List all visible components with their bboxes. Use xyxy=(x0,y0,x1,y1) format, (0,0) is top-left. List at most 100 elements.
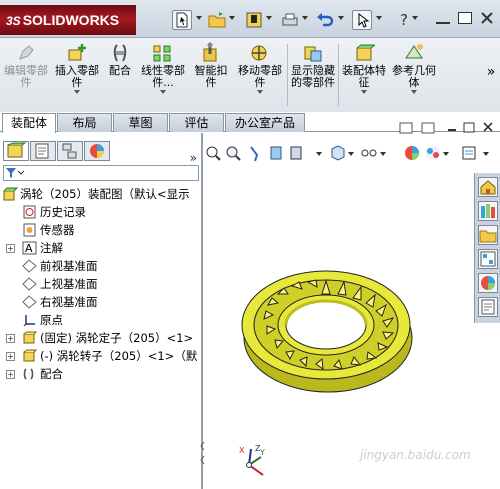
tab-layout[interactable]: 布局 xyxy=(57,113,112,132)
property-manager-tab[interactable] xyxy=(30,141,56,161)
display-manager-tab[interactable] xyxy=(84,141,110,161)
design-library-icon xyxy=(481,204,495,218)
task-pane-file-explorer-button[interactable] xyxy=(478,225,498,245)
select-dropdown-icon[interactable] xyxy=(376,16,382,20)
task-pane xyxy=(474,173,500,323)
select-cursor-icon[interactable] xyxy=(352,10,372,30)
linear-pattern-dropdown-icon[interactable] xyxy=(160,90,166,94)
edit-appearance-icon xyxy=(405,146,419,160)
tab-sketch[interactable]: 草图 xyxy=(113,113,168,132)
task-pane-custom-properties-button[interactable] xyxy=(478,297,498,317)
assembly-features-label: 装配体特征 xyxy=(342,64,386,89)
insert-component-button[interactable]: 插入零部件 xyxy=(52,42,102,94)
move-component-icon xyxy=(251,45,267,61)
triad-z-label: Z xyxy=(255,444,261,453)
feature-manager-tab[interactable] xyxy=(3,141,29,161)
open-dropdown-icon[interactable] xyxy=(229,16,235,20)
print-icon[interactable] xyxy=(280,10,300,30)
ribbon-separator xyxy=(287,44,288,106)
orientation-dropdown-icon xyxy=(348,152,354,156)
filter-icon xyxy=(6,168,25,178)
edit-component-icon xyxy=(19,45,34,60)
scene-icon xyxy=(426,146,440,160)
dynamic-annotation-icon xyxy=(290,146,302,160)
annotation-icon: A xyxy=(22,241,37,255)
section-view-icon xyxy=(270,146,282,160)
linear-pattern-button[interactable]: 线性零部件... xyxy=(139,42,187,94)
smart-fasteners-button[interactable]: 智能扣件 xyxy=(191,42,231,89)
mates-folder-icon xyxy=(23,368,34,380)
reference-geometry-dropdown-icon[interactable] xyxy=(411,90,417,94)
assembly-features-dropdown-icon[interactable] xyxy=(361,90,367,94)
reference-geometry-icon xyxy=(405,44,423,59)
expand-icon[interactable]: + xyxy=(6,244,15,253)
smart-fasteners-label: 智能扣件 xyxy=(194,64,228,89)
open-folder-icon[interactable] xyxy=(207,10,227,30)
view-settings-dropdown-icon xyxy=(483,152,489,156)
tree-item-label: 涡轮（205）装配图（默认<显示 xyxy=(20,187,190,201)
new-dropdown-icon[interactable] xyxy=(196,16,202,20)
scene-dropdown-icon xyxy=(443,152,449,156)
move-component-button[interactable]: 移动零部件 xyxy=(236,42,284,94)
undo-icon[interactable] xyxy=(315,10,335,30)
ds-logo-mark: 3S xyxy=(6,14,21,28)
mate-label: 配合 xyxy=(109,64,131,77)
display-manager-icon xyxy=(90,144,104,158)
task-pane-appearances-button[interactable] xyxy=(478,273,498,293)
show-hidden-components-button[interactable]: 显示隐藏的零部件 xyxy=(290,42,336,89)
configuration-manager-tab[interactable] xyxy=(57,141,83,161)
document-window-controls xyxy=(399,122,493,134)
file-explorer-icon xyxy=(479,230,497,243)
reference-geometry-button[interactable]: 参考几何体 xyxy=(390,42,438,94)
heads-up-view-toolbar[interactable] xyxy=(205,143,500,163)
expand-icon[interactable]: + xyxy=(6,370,15,379)
save-icon[interactable] xyxy=(244,10,264,30)
graphics-area[interactable]: X Y Z jingyan.baidu.com xyxy=(205,122,500,489)
tab-office-products[interactable]: 办公室产品 xyxy=(225,113,305,132)
panel-tabs: » xyxy=(0,141,203,165)
expand-icon[interactable]: + xyxy=(6,334,15,343)
panel-collapse-button[interactable]: » xyxy=(190,151,197,165)
plane-icon xyxy=(22,259,37,273)
mate-button[interactable]: 配合 xyxy=(104,42,136,77)
tree-filter-bar[interactable] xyxy=(3,165,199,181)
tab-office-products-label: 办公室产品 xyxy=(234,116,295,130)
solidworks-logo[interactable]: 3S SOLIDWORKS xyxy=(0,5,136,35)
print-dropdown-icon[interactable] xyxy=(302,16,308,20)
minimize-icon[interactable] xyxy=(436,22,450,24)
task-pane-design-library-button[interactable] xyxy=(478,201,498,221)
edit-component-button[interactable]: 编辑零部件 xyxy=(4,42,48,89)
assembly-feature-icon xyxy=(356,44,375,61)
tree-item-label: 前视基准面 xyxy=(40,259,98,273)
ribbon-more-button[interactable]: » xyxy=(484,65,498,79)
save-dropdown-icon[interactable] xyxy=(266,16,272,20)
expand-icon[interactable]: + xyxy=(6,352,15,361)
restore-icon[interactable] xyxy=(458,12,472,24)
tab-evaluate[interactable]: 评估 xyxy=(169,113,224,132)
task-pane-view-palette-button[interactable] xyxy=(478,249,498,269)
insert-component-icon xyxy=(68,44,86,61)
move-component-dropdown-icon[interactable] xyxy=(257,90,263,94)
tab-assembly[interactable]: 装配体 xyxy=(2,113,56,133)
tree-item-label: 原点 xyxy=(40,313,63,327)
new-document-icon[interactable] xyxy=(172,10,192,30)
plane-icon xyxy=(22,277,37,291)
zoom-to-area-icon xyxy=(226,146,241,161)
sensor-icon xyxy=(23,223,36,237)
assembly-features-button[interactable]: 装配体特征 xyxy=(341,42,387,94)
undo-dropdown-icon[interactable] xyxy=(338,16,344,20)
close-icon[interactable] xyxy=(478,9,498,29)
task-pane-home-button[interactable] xyxy=(478,177,498,197)
tree-item-label: (-) 涡轮转子（205）<1>（默 xyxy=(40,349,198,363)
turbine-assembly-model[interactable] xyxy=(240,263,420,403)
insert-component-dropdown-icon[interactable] xyxy=(74,90,80,94)
title-bar: 3S SOLIDWORKS ? xyxy=(0,0,500,38)
help-icon[interactable]: ? xyxy=(395,10,415,30)
linear-pattern-icon xyxy=(153,45,171,62)
tab-layout-label: 布局 xyxy=(72,116,97,130)
configuration-icon xyxy=(62,143,77,159)
smart-fastener-icon xyxy=(203,42,217,62)
tree-item-label: 注解 xyxy=(40,241,63,255)
view-orientation-icon xyxy=(331,145,345,161)
help-dropdown-icon[interactable] xyxy=(412,16,418,20)
